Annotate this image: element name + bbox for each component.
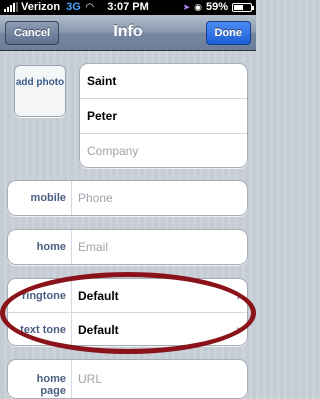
add-photo-label: add photo [15,77,65,88]
chevron-right-icon: › [236,287,241,303]
field-divider [71,360,72,398]
location-icon: ➤ [182,1,191,12]
status-bar: Verizon 3G ◠ 3:07 PM ➤ ◉ 59% [0,0,256,15]
status-right: ➤ ◉ 59% [182,1,254,13]
mobile-phone-row[interactable]: mobile Phone [8,181,247,215]
add-photo-button[interactable]: add photo [14,65,66,117]
chevron-right-icon: › [236,321,241,337]
ringtone-value: Default [78,289,119,303]
home-page-row[interactable]: home page URL [8,360,247,398]
first-name-field[interactable]: Saint [87,74,116,88]
done-button[interactable]: Done [205,21,251,45]
field-divider [71,230,72,264]
mobile-label: mobile [30,192,66,204]
phone-field[interactable]: Phone [78,191,113,205]
company-field[interactable]: Company [87,144,138,158]
first-name-row[interactable]: Saint [80,64,247,99]
alarm-icon: ◉ [194,1,202,12]
last-name-field[interactable]: Peter [87,109,117,123]
navigation-bar: Cancel Info Done [0,15,256,51]
last-name-row[interactable]: Peter [80,99,247,134]
mobile-phone-group: mobile Phone [7,180,248,216]
home-page-label: home page [36,373,66,397]
text-tone-row[interactable]: text tone Default › [8,313,247,345]
ringtone-label: ringtone [22,290,66,302]
email-field[interactable]: Email [78,240,108,254]
field-divider [71,313,72,345]
text-tone-label: text tone [20,324,66,336]
company-row[interactable]: Company [80,134,247,167]
tones-group: ringtone Default › text tone Default › [7,278,248,346]
home-email-row[interactable]: home Email [8,230,247,264]
battery-icon [232,2,254,12]
battery-percent: 59% [205,1,228,13]
field-divider [71,279,72,312]
field-divider [71,181,72,215]
home-email-group: home Email [7,229,248,265]
name-fields-group: Saint Peter Company [79,63,248,168]
text-tone-value: Default [78,323,119,337]
ringtone-row[interactable]: ringtone Default › [8,279,247,313]
home-page-group: home page URL [7,359,248,399]
home-label: home [36,241,66,253]
